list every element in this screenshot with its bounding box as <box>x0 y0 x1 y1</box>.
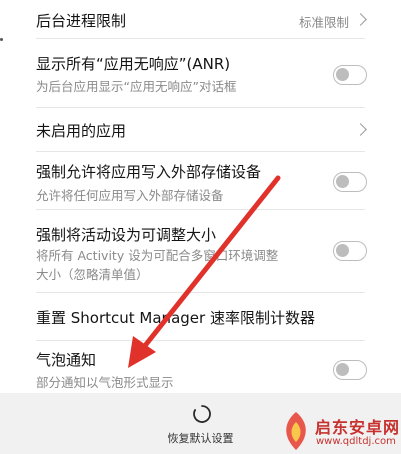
external-storage-toggle-switch[interactable] <box>333 172 367 192</box>
setting-subtitle: 部分通知以气泡形式显示 <box>36 375 174 390</box>
toggle-knob <box>336 68 349 81</box>
setting-inactive-apps[interactable]: 未启用的应用 <box>0 108 401 150</box>
setting-value: 标准限制 <box>298 15 349 30</box>
watermark-brand: 启东安卓网 <box>315 418 401 437</box>
setting-bubble-notifications[interactable]: 气泡通知 部分通知以气泡形式显示 <box>0 341 401 393</box>
watermark-url: www.qdltdj.com <box>316 436 396 447</box>
setting-force-resizable-activities[interactable]: 强制将活动设为可调整大小 将所有 Activity 设为可配合多窗口环境调整 大… <box>0 210 401 292</box>
setting-subtitle: 为后台应用显示“应用无响应”对话框 <box>36 79 237 94</box>
setting-title: 显示所有“应用无响应”(ANR) <box>36 55 231 73</box>
setting-title: 气泡通知 <box>36 351 97 369</box>
chevron-right-icon <box>354 13 367 26</box>
bubble-notifications-toggle-switch[interactable] <box>333 360 367 380</box>
setting-title: 重置 Shortcut Manager 速率限制计数器 <box>36 309 315 327</box>
toggle-knob <box>336 175 349 188</box>
setting-reset-shortcut-manager[interactable]: 重置 Shortcut Manager 速率限制计数器 <box>0 293 401 340</box>
setting-title: 未启用的应用 <box>36 122 127 140</box>
toggle-knob <box>336 363 349 376</box>
setting-subtitle-line1: 将所有 Activity 设为可配合多窗口环境调整 <box>36 248 279 263</box>
toggle-knob <box>336 244 349 257</box>
resizable-activities-toggle-switch[interactable] <box>333 241 367 261</box>
setting-background-process-limit[interactable]: 后台进程限制 标准限制 <box>0 0 401 38</box>
setting-force-external-storage[interactable]: 强制允许将应用写入外部存储设备 允许将任何应用写入外部存储设备 <box>0 152 401 208</box>
setting-title: 后台进程限制 <box>36 12 127 30</box>
refresh-icon[interactable] <box>192 404 212 424</box>
setting-title: 强制允许将应用写入外部存储设备 <box>36 163 262 181</box>
setting-title: 强制将活动设为可调整大小 <box>36 226 217 244</box>
setting-show-all-anr[interactable]: 显示所有“应用无响应”(ANR) 为后台应用显示“应用无响应”对话框 <box>0 39 401 107</box>
setting-subtitle: 允许将任何应用写入外部存储设备 <box>36 188 224 203</box>
chevron-right-icon <box>354 123 367 136</box>
setting-subtitle-line2: 大小（忽略清单值） <box>36 267 149 282</box>
anr-toggle-switch[interactable] <box>333 65 367 85</box>
